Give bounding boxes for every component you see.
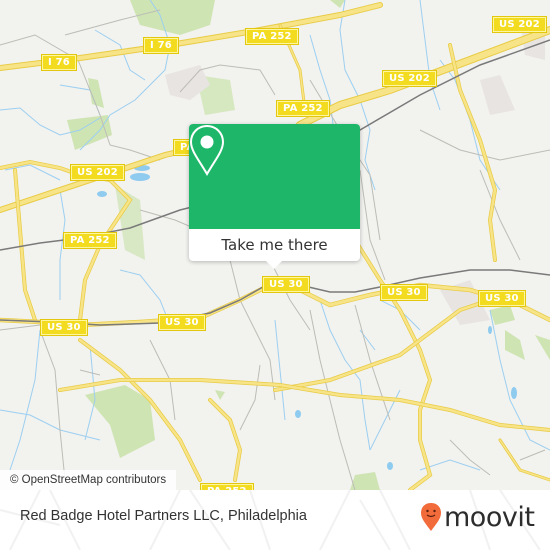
road-label-us30: US 30 <box>158 314 206 331</box>
footer-bar: Red Badge Hotel Partners LLC, Philadelph… <box>0 490 550 550</box>
popup-header <box>189 124 360 229</box>
road-label-i76: I 76 <box>41 54 77 71</box>
road-label-pa252: PA 252 <box>63 232 117 249</box>
road-label-us30: US 30 <box>40 319 88 336</box>
road-label-us30: US 30 <box>380 284 428 301</box>
road-label-us30: US 30 <box>262 276 310 293</box>
road-label-pa252: PA 252 <box>245 28 299 45</box>
road-label-us202: US 202 <box>492 16 547 33</box>
place-title: Red Badge Hotel Partners LLC, Philadelph… <box>20 508 307 524</box>
map-canvas[interactable]: I 76 I 76 PA 252 US 202 US 202 PA 252 PA… <box>0 0 550 490</box>
location-pin-icon <box>189 124 225 176</box>
moovit-pin-icon <box>421 503 441 531</box>
take-me-there-button[interactable]: Take me there <box>189 229 360 261</box>
road-label-us202: US 202 <box>70 164 125 181</box>
moovit-logo[interactable]: moovit <box>420 501 535 533</box>
destination-popup[interactable]: Take me there <box>189 124 360 269</box>
road-label-pa252: PA 252 <box>276 100 330 117</box>
road-label-i76: I 76 <box>143 37 179 54</box>
map-attribution[interactable]: © OpenStreetMap contributors <box>0 470 177 490</box>
popup-pointer <box>265 260 283 269</box>
road-label-us202: US 202 <box>382 70 437 87</box>
road-label-us30: US 30 <box>478 290 526 307</box>
brand-name: moovit <box>444 501 535 533</box>
